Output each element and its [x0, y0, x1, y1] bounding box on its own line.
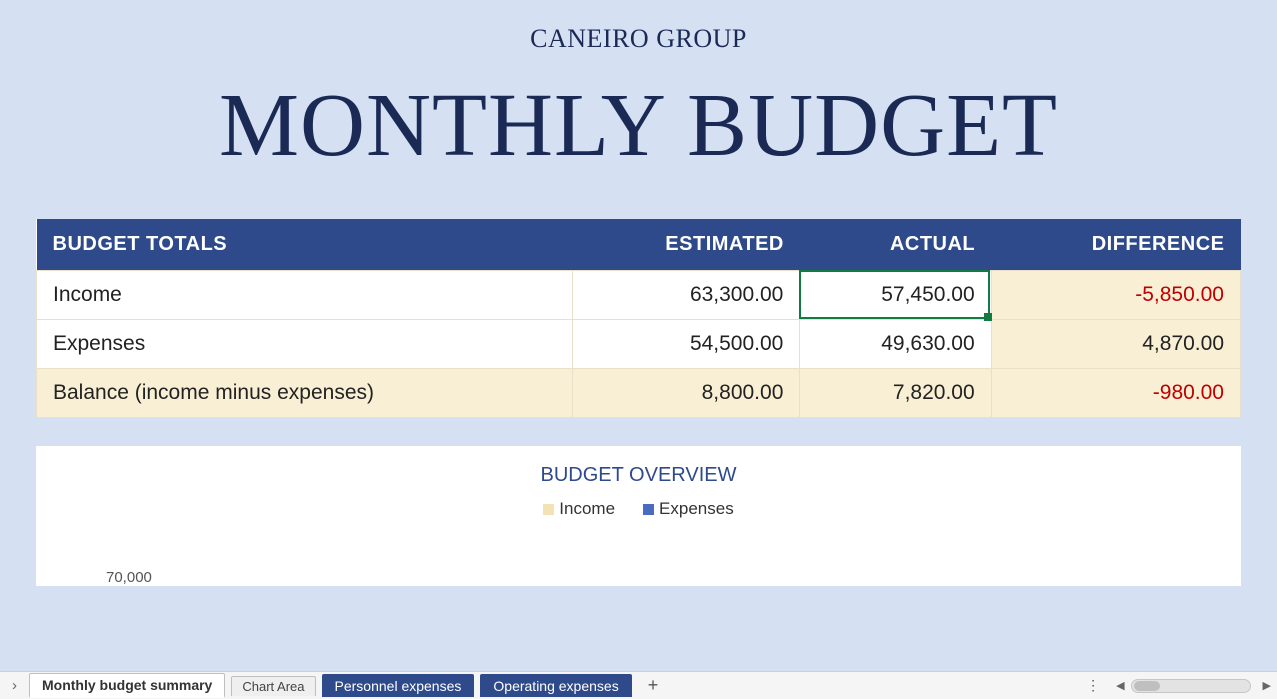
row-label[interactable]: Balance (income minus expenses): [37, 369, 573, 418]
legend-item-expenses: Expenses: [643, 499, 734, 519]
col-header-estimated[interactable]: ESTIMATED: [572, 219, 800, 271]
budget-totals-table-wrap: BUDGET TOTALS ESTIMATED ACTUAL DIFFERENC…: [36, 219, 1241, 418]
budget-totals-table[interactable]: BUDGET TOTALS ESTIMATED ACTUAL DIFFERENC…: [36, 219, 1241, 418]
sheet-tab-operating-expenses[interactable]: Operating expenses: [480, 674, 631, 697]
horizontal-scrollbar[interactable]: [1131, 679, 1251, 693]
cell-difference[interactable]: -5,850.00: [991, 271, 1240, 320]
table-row: Expenses 54,500.00 49,630.00 4,870.00: [37, 320, 1241, 369]
col-header-difference[interactable]: DIFFERENCE: [991, 219, 1240, 271]
legend-item-income: Income: [543, 499, 615, 519]
legend-swatch-income: [543, 504, 554, 515]
chart-legend: Income Expenses: [56, 499, 1221, 519]
cell-estimated[interactable]: 8,800.00: [572, 369, 800, 418]
sheet-tab-strip: › Monthly budget summary Chart Area Pers…: [0, 671, 1277, 699]
sheet-tab-monthly-budget-summary[interactable]: Monthly budget summary: [29, 673, 225, 698]
col-header-actual[interactable]: ACTUAL: [800, 219, 991, 271]
company-name: CANEIRO GROUP: [0, 24, 1277, 54]
cell-estimated[interactable]: 63,300.00: [572, 271, 800, 320]
tab-options-button[interactable]: ⋮: [1078, 677, 1110, 694]
cell-difference[interactable]: 4,870.00: [991, 320, 1240, 369]
chart-title: BUDGET OVERVIEW: [56, 464, 1221, 487]
table-row: Balance (income minus expenses) 8,800.00…: [37, 369, 1241, 418]
cell-actual[interactable]: 49,630.00: [800, 320, 991, 369]
tab-nav-prev[interactable]: ›: [6, 677, 23, 694]
cell-difference[interactable]: -980.00: [991, 369, 1240, 418]
worksheet-area: CANEIRO GROUP MONTHLY BUDGET BUDGET TOTA…: [0, 0, 1277, 671]
hscroll-right-arrow[interactable]: ▶: [1263, 679, 1271, 692]
sheet-tab-personnel-expenses[interactable]: Personnel expenses: [322, 674, 475, 697]
add-sheet-button[interactable]: +: [638, 675, 669, 696]
scrollbar-thumb[interactable]: [1134, 681, 1160, 691]
cell-actual[interactable]: 7,820.00: [800, 369, 991, 418]
row-label[interactable]: Income: [37, 271, 573, 320]
hscroll-left-arrow[interactable]: ◀: [1116, 679, 1124, 692]
legend-label: Expenses: [659, 499, 734, 518]
table-row: Income 63,300.00 57,450.00 -5,850.00: [37, 271, 1241, 320]
legend-label: Income: [559, 499, 615, 518]
cell-actual[interactable]: 57,450.00: [800, 271, 991, 320]
chart-y-tick: 70,000: [106, 569, 152, 586]
cell-estimated[interactable]: 54,500.00: [572, 320, 800, 369]
budget-overview-chart[interactable]: BUDGET OVERVIEW Income Expenses 70,000: [36, 446, 1241, 586]
row-label[interactable]: Expenses: [37, 320, 573, 369]
col-header-label[interactable]: BUDGET TOTALS: [37, 219, 573, 271]
page-title: MONTHLY BUDGET: [0, 74, 1277, 177]
sheet-tab-chart-area[interactable]: Chart Area: [231, 676, 315, 696]
legend-swatch-expenses: [643, 504, 654, 515]
